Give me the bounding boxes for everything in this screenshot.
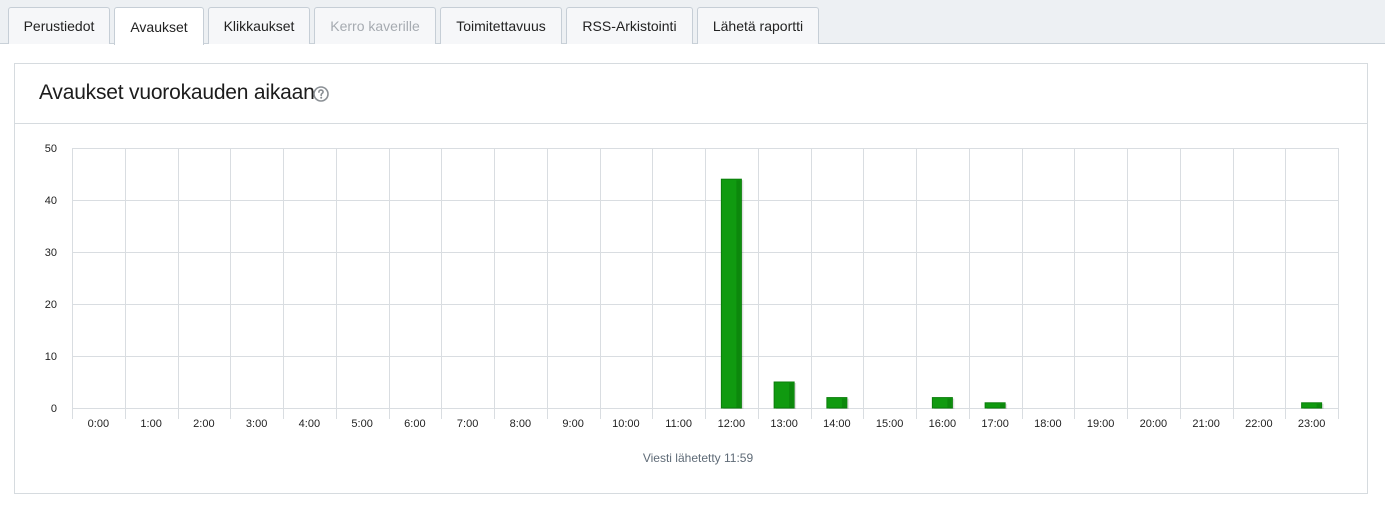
y-tick-label: 40 — [45, 195, 57, 207]
y-axis-ticks: 0 10 20 30 40 50 — [45, 143, 57, 415]
x-tick-label: 0:00 — [88, 418, 109, 430]
bar-shade — [1000, 403, 1005, 408]
y-tick-label: 0 — [51, 403, 57, 415]
x-tick-label: 17:00 — [981, 418, 1009, 430]
x-tick-label: 3:00 — [246, 418, 267, 430]
x-tick-label: 12:00 — [718, 418, 746, 430]
bar-shade — [789, 383, 794, 408]
x-tick-label: 13:00 — [770, 418, 798, 430]
x-tick-label: 7:00 — [457, 418, 478, 430]
x-tick-label: 15:00 — [876, 418, 904, 430]
x-tick-label: 19:00 — [1087, 418, 1115, 430]
x-tick-label: 9:00 — [562, 418, 583, 430]
x-tick-label: 6:00 — [404, 418, 425, 430]
bar-shade — [736, 180, 741, 408]
bar-shade — [841, 398, 846, 408]
x-tick-label: 23:00 — [1298, 418, 1326, 430]
x-tick-label: 21:00 — [1192, 418, 1220, 430]
x-tick-label: 18:00 — [1034, 418, 1062, 430]
y-tick-label: 50 — [45, 143, 57, 155]
chart-grid — [72, 148, 1339, 419]
x-tick-label: 20:00 — [1140, 418, 1168, 430]
sent-time-note: Viesti lähetetty 11:59 — [643, 451, 754, 465]
x-tick-label: 2:00 — [193, 418, 214, 430]
y-tick-label: 30 — [45, 247, 57, 259]
x-axis-ticks: 0:00 1:00 2:00 3:00 4:00 5:00 6:00 7:00 8:00 9:00… — [88, 418, 1326, 430]
x-tick-label: 11:00 — [665, 418, 692, 430]
x-tick-label: 10:00 — [612, 418, 640, 430]
bar-shade — [1316, 403, 1321, 408]
y-tick-label: 10 — [45, 351, 57, 363]
x-tick-label: 8:00 — [510, 418, 531, 430]
x-tick-label: 4:00 — [299, 418, 320, 430]
x-tick-label: 22:00 — [1245, 418, 1273, 430]
y-tick-label: 20 — [45, 299, 57, 311]
x-tick-label: 1:00 — [140, 418, 161, 430]
x-tick-label: 16:00 — [929, 418, 957, 430]
bar-shade — [947, 398, 952, 408]
x-tick-label: 5:00 — [351, 418, 372, 430]
opens-by-hour-chart: 0 10 20 30 40 50 0:00 1:00 2:00 3:00 4:00 5:00 6:00… — [45, 143, 1339, 465]
x-tick-label: 14:00 — [823, 418, 851, 430]
